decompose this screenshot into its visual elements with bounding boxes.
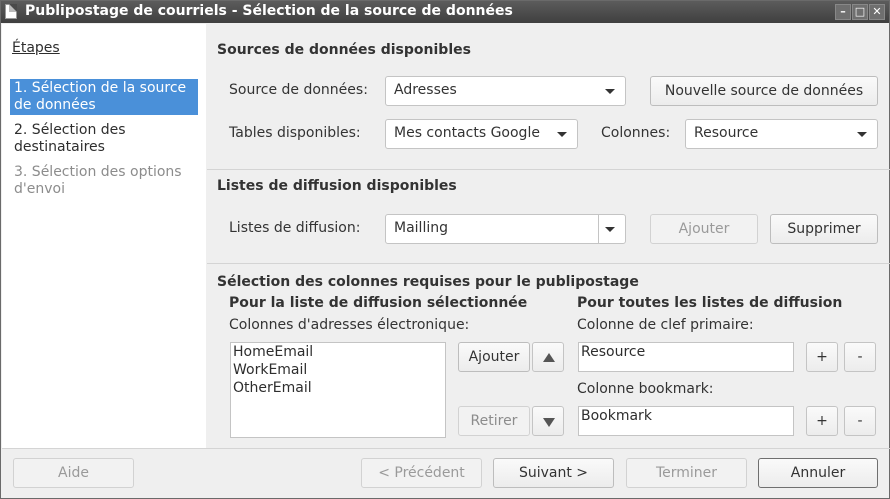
columns-heading: Sélection des colonnes requises pour le … xyxy=(217,274,639,290)
lists-heading: Listes de diffusion disponibles xyxy=(217,178,457,194)
selected-list-subheading: Pour la liste de diffusion sélectionnée xyxy=(229,295,528,311)
chevron-down-icon xyxy=(857,132,867,137)
new-datasource-button[interactable]: Nouvelle source de données xyxy=(650,76,878,106)
email-columns-list[interactable]: HomeEmail WorkEmail OtherEmail xyxy=(230,342,446,438)
add-primary-key-button[interactable]: + xyxy=(806,342,838,372)
datasource-label: Source de données: xyxy=(229,82,368,98)
section-divider xyxy=(207,263,890,264)
tables-label: Tables disponibles: xyxy=(229,125,361,141)
close-icon: ✕ xyxy=(872,5,882,18)
step-3-send-options: 3. Sélection des options d'envoi xyxy=(14,164,182,197)
title-bar[interactable]: Publipostage de courriels - Sélection de… xyxy=(1,1,889,23)
remove-email-column-button[interactable]: Retirer xyxy=(458,406,530,436)
minimize-button[interactable]: – xyxy=(835,4,851,20)
maximize-icon: □ xyxy=(854,5,866,18)
columns-label: Colonnes: xyxy=(601,125,671,141)
add-bookmark-button[interactable]: + xyxy=(806,406,838,436)
all-lists-subheading: Pour toutes les listes de diffusion xyxy=(577,295,843,311)
cancel-button[interactable]: Annuler xyxy=(758,458,878,488)
datasource-select[interactable]: Adresses xyxy=(385,76,626,106)
columns-select[interactable]: Resource xyxy=(685,119,878,149)
chevron-down-icon xyxy=(605,227,615,232)
list-item[interactable]: HomeEmail xyxy=(231,343,445,361)
remove-list-button[interactable]: Supprimer xyxy=(770,214,878,244)
step-1-source[interactable]: 1. Sélection de la source de données xyxy=(10,79,198,115)
step-2-recipients[interactable]: 2. Sélection des destinataires xyxy=(10,121,198,157)
steps-title: Étapes xyxy=(12,40,60,56)
section-divider xyxy=(207,169,890,170)
primary-key-label: Colonne de clef primaire: xyxy=(577,317,754,333)
close-button[interactable]: ✕ xyxy=(869,4,885,20)
lists-label: Listes de diffusion: xyxy=(229,220,361,236)
primary-key-field[interactable]: Resource xyxy=(578,342,794,372)
list-item[interactable]: WorkEmail xyxy=(231,361,445,379)
maximize-button[interactable]: □ xyxy=(852,4,868,20)
remove-bookmark-button[interactable]: - xyxy=(844,406,876,436)
bookmark-field[interactable]: Bookmark xyxy=(578,406,794,436)
arrow-up-icon xyxy=(543,353,555,362)
move-up-button[interactable] xyxy=(532,342,564,372)
combo-divider xyxy=(598,215,599,243)
datasource-value: Adresses xyxy=(394,82,457,98)
window-title: Publipostage de courriels - Sélection de… xyxy=(25,3,513,19)
tables-select[interactable]: Mes contacts Google xyxy=(385,119,578,149)
chevron-down-icon xyxy=(557,132,567,137)
tables-value: Mes contacts Google xyxy=(394,125,540,141)
columns-value: Resource xyxy=(694,125,759,141)
chevron-down-icon xyxy=(605,89,615,94)
lists-combobox[interactable]: Mailling xyxy=(385,214,626,244)
remove-primary-key-button[interactable]: - xyxy=(844,342,876,372)
previous-button[interactable]: < Précédent xyxy=(361,458,482,488)
footer-divider xyxy=(2,448,890,449)
dialog-window: Publipostage de courriels - Sélection de… xyxy=(0,0,890,499)
bookmark-label: Colonne bookmark: xyxy=(577,381,714,397)
list-item[interactable]: OtherEmail xyxy=(231,379,445,397)
add-email-column-button[interactable]: Ajouter xyxy=(458,342,530,372)
steps-sidebar: Étapes 1. Sélection de la source de donn… xyxy=(2,24,206,448)
email-columns-label: Colonnes d'adresses électronique: xyxy=(229,317,470,333)
add-list-button[interactable]: Ajouter xyxy=(650,214,758,244)
finish-button[interactable]: Terminer xyxy=(626,458,747,488)
document-icon xyxy=(5,4,17,19)
lists-value: Mailling xyxy=(394,220,448,236)
help-button[interactable]: Aide xyxy=(13,458,134,488)
move-down-button[interactable] xyxy=(532,406,564,436)
sources-heading: Sources de données disponibles xyxy=(217,42,471,58)
minimize-icon: – xyxy=(840,5,846,18)
next-button[interactable]: Suivant > xyxy=(493,458,614,488)
arrow-down-icon xyxy=(543,418,555,427)
